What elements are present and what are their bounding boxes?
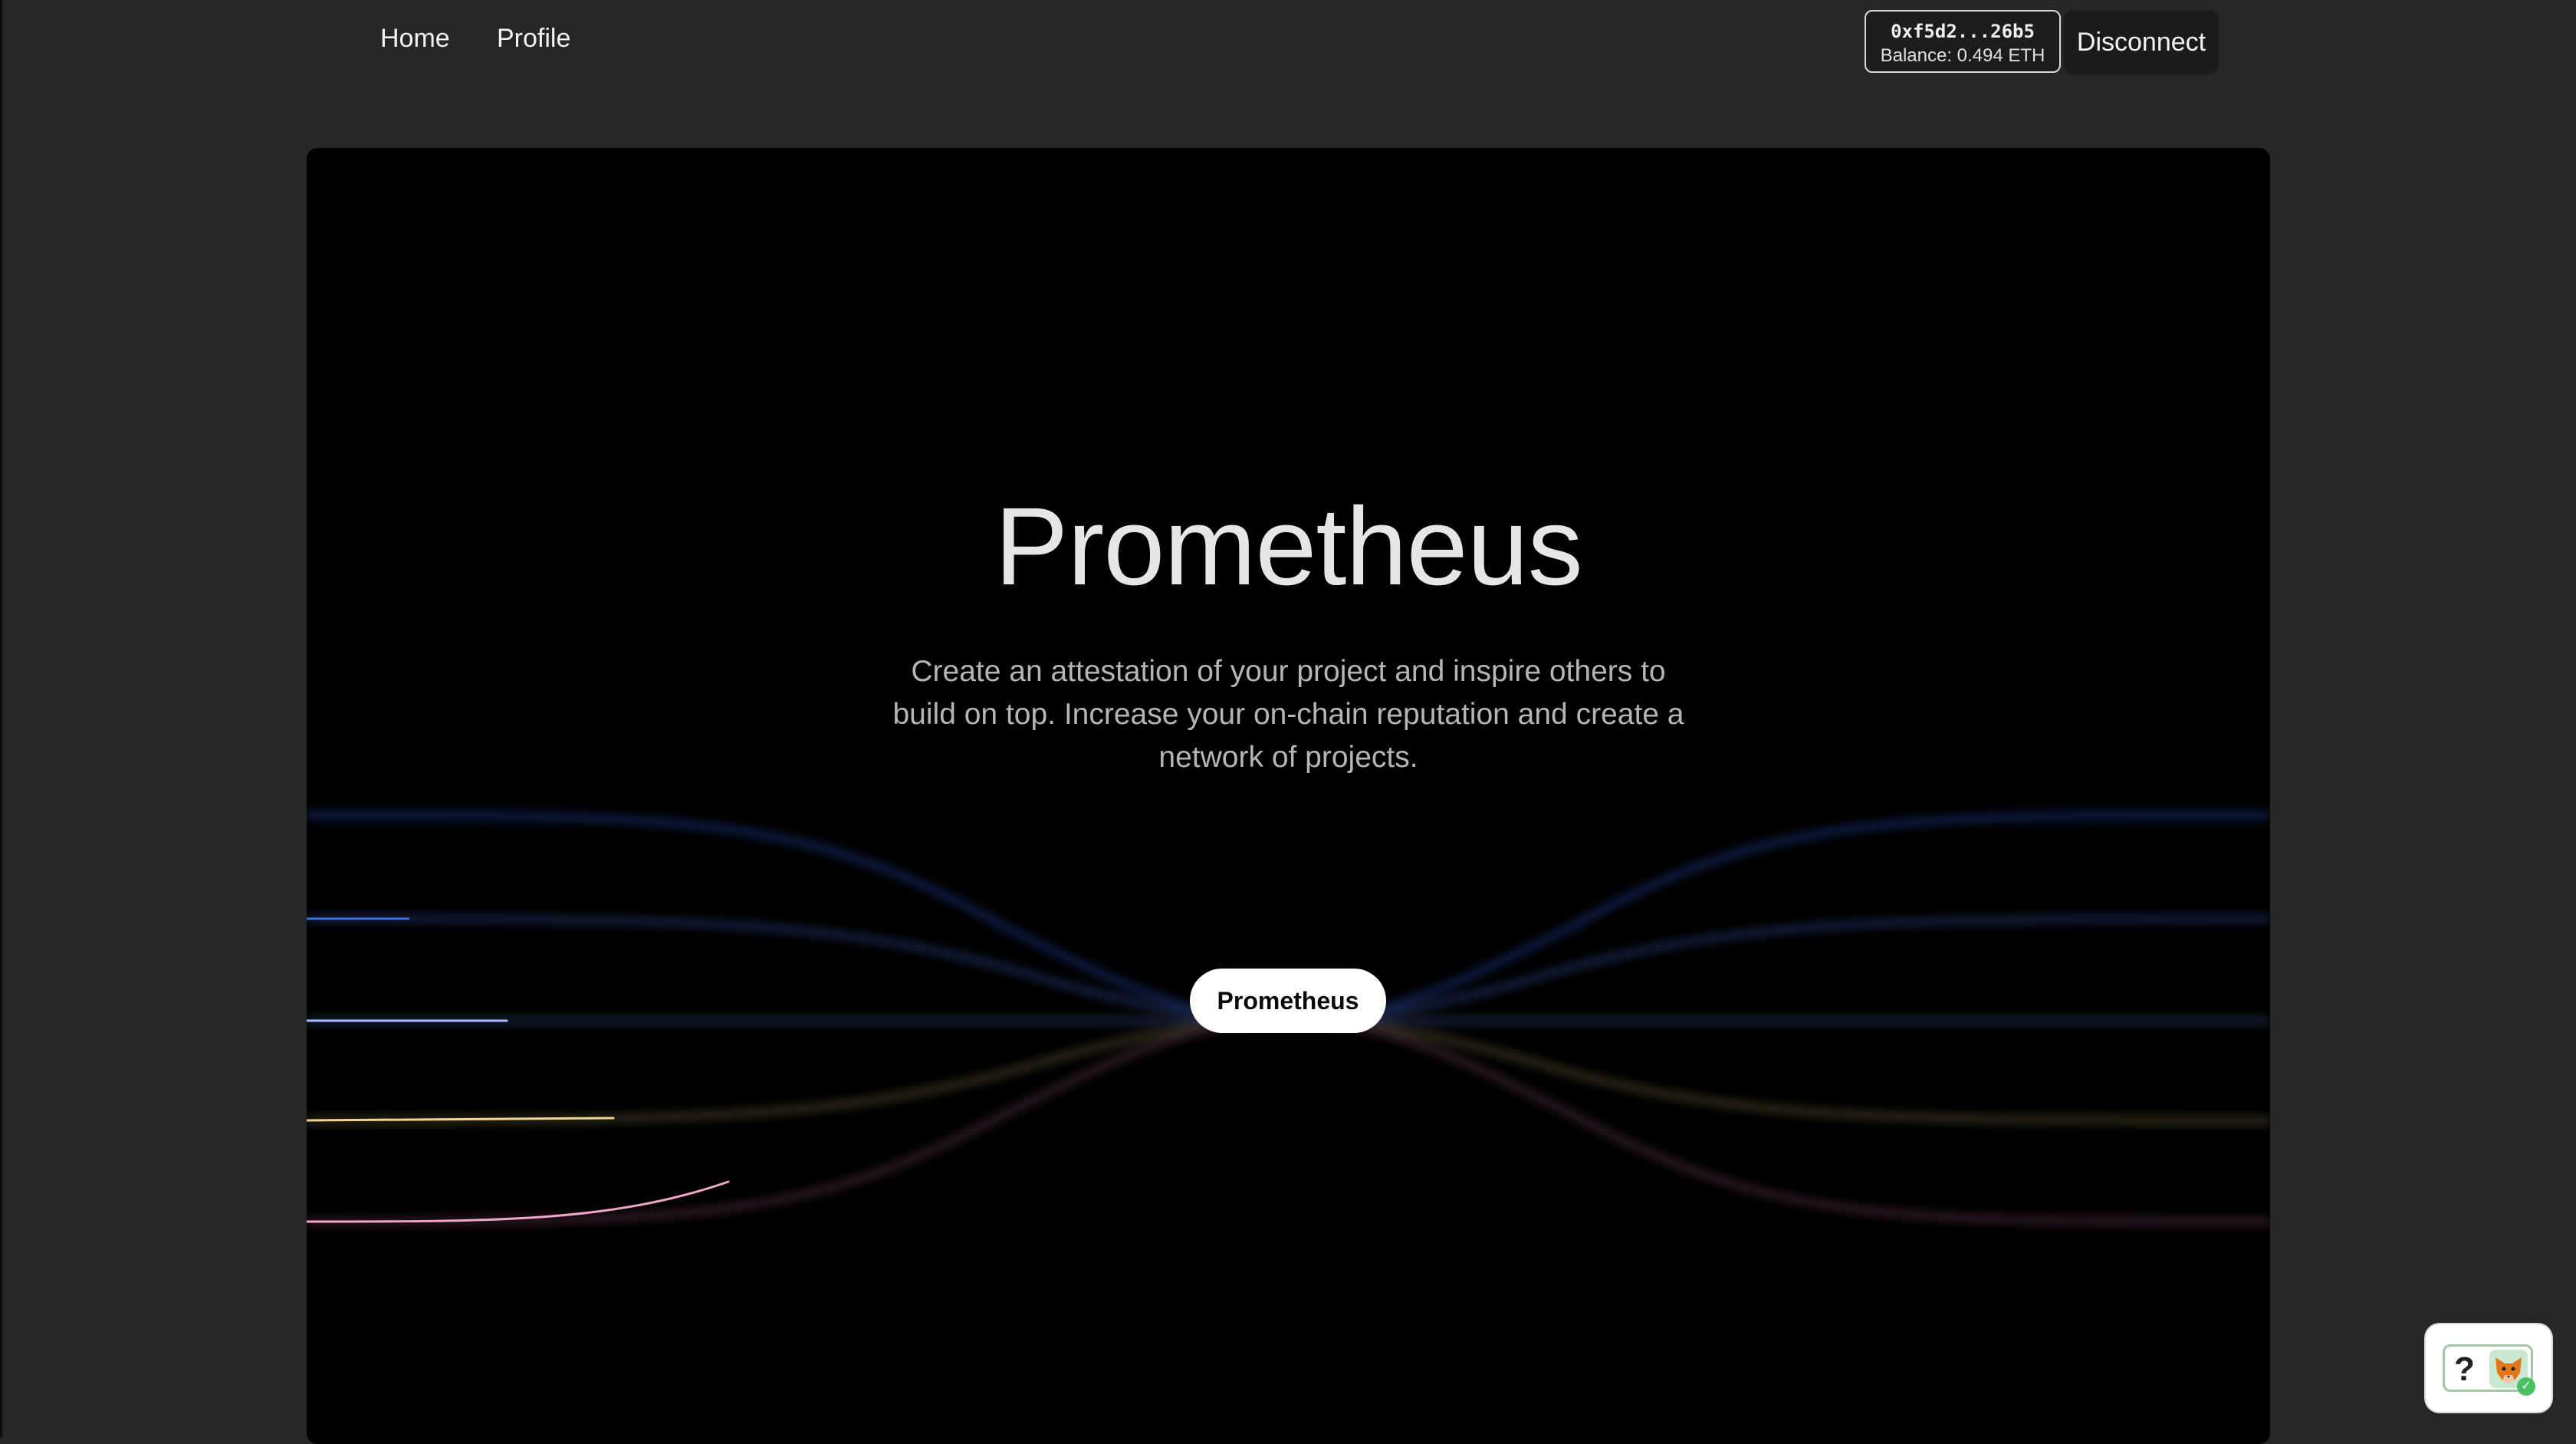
question-mark-icon: ? — [2454, 1350, 2475, 1388]
nav-home-link[interactable]: Home — [380, 23, 450, 54]
nav-profile-link[interactable]: Profile — [497, 23, 570, 54]
window-edge — [0, 0, 2, 1437]
hero-section: Prometheus Create an attestation of your… — [307, 148, 2270, 1444]
prometheus-cta-button[interactable]: Prometheus — [1190, 969, 1386, 1033]
wallet-address: 0xf5d2...26b5 — [1891, 21, 2035, 42]
hero-title: Prometheus — [994, 485, 1582, 608]
disconnect-button[interactable]: Disconnect — [2064, 10, 2219, 74]
wallet-info[interactable]: 0xf5d2...26b5 Balance: 0.494 ETH — [1865, 10, 2061, 73]
top-navigation: Home Profile 0xf5d2...26b5 Balance: 0.49… — [0, 0, 2576, 84]
connected-check-icon: ✓ — [2517, 1377, 2535, 1396]
hero-description: Create an attestation of your project an… — [892, 655, 1684, 774]
light-lines-graphic — [307, 811, 2270, 1225]
wallet-balance: Balance: 0.494 ETH — [1880, 45, 2045, 66]
wallet-help-widget[interactable]: ? ✓ — [2426, 1324, 2551, 1412]
help-widget-frame: ? ✓ — [2443, 1344, 2535, 1396]
